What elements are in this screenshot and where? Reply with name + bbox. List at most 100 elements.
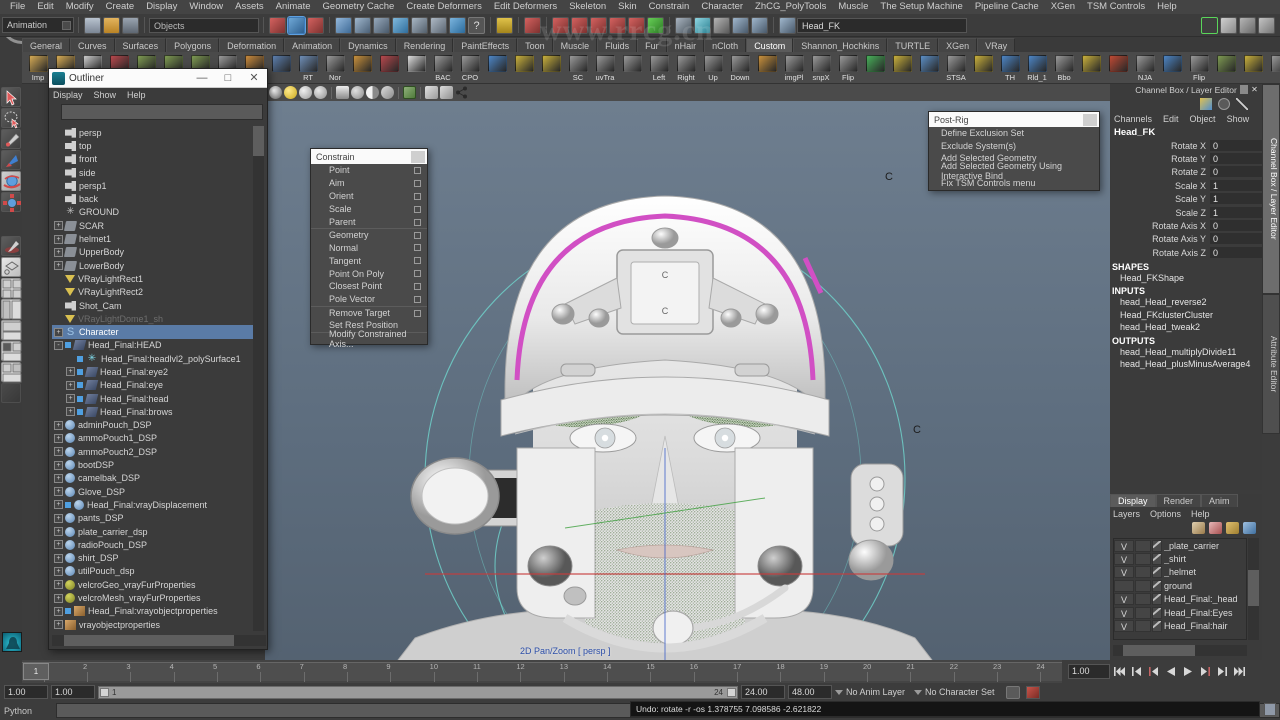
side-tab-attribute-editor[interactable]: Attribute Editor [1262, 294, 1280, 434]
channel-box-toggle-icon[interactable] [1201, 16, 1218, 34]
select-by-hierarchy-icon[interactable] [269, 16, 286, 34]
option-box-icon[interactable] [414, 257, 421, 265]
layer-menu-options[interactable]: Options [1150, 509, 1181, 519]
menu-edit[interactable]: Edit [31, 0, 59, 14]
layer-row[interactable]: V Head_Final:hair [1114, 619, 1246, 633]
shelf-button-lattice-green-icon[interactable] [862, 53, 888, 83]
expand-icon[interactable]: + [54, 460, 63, 470]
menu-geometry-cache[interactable]: Geometry Cache [317, 0, 401, 14]
menu-create-deformers[interactable]: Create Deformers [400, 0, 488, 14]
paint-select-tool-button[interactable] [1, 129, 21, 149]
channel-row[interactable]: Rotate Axis Y 0 [1110, 233, 1262, 246]
outliner-item[interactable]: + velcroGeo_vrayFurProperties [52, 578, 260, 591]
constrain-item-pole-vector[interactable]: Pole Vector [311, 293, 427, 306]
outliner-item[interactable]: + adminPouch_DSP [52, 419, 260, 432]
shelf-button-rt-icon[interactable]: RT [295, 53, 321, 83]
outliner-item[interactable]: + radioPouch_DSP [52, 538, 260, 551]
anim-start-time-field[interactable]: 1.00 [4, 685, 48, 699]
layer-row[interactable]: ground [1114, 579, 1246, 592]
layer-visibility-toggle[interactable]: V [1114, 566, 1134, 579]
outliner-horizontal-scrollbar[interactable] [52, 635, 266, 646]
layer-color-swatch[interactable] [1152, 579, 1162, 592]
outliner-item[interactable]: + LowerBody [52, 259, 260, 272]
channel-box-menu-channels[interactable]: Channels [1114, 114, 1152, 124]
constrain-item-point-on-poly[interactable]: Point On Poly [311, 267, 427, 280]
shelf-button-sphere-grey-icon[interactable] [1267, 53, 1280, 83]
shelf-button-curve-green-icon[interactable] [1213, 53, 1239, 83]
channel-value-field[interactable]: 1 [1210, 206, 1262, 219]
shelf-tab-vray[interactable]: VRay [977, 38, 1016, 52]
playback-end-time-field[interactable]: 24.00 [741, 685, 785, 699]
layer-visibility-toggle[interactable]: V [1114, 606, 1134, 619]
shelf-tab-painteffects[interactable]: PaintEffects [453, 38, 518, 52]
shelf-tab-turtle[interactable]: TURTLE [887, 38, 939, 52]
channel-value-field[interactable]: 1 [1210, 179, 1262, 192]
tear-off-handle[interactable] [1083, 113, 1097, 126]
menu-zhcg-polytools[interactable]: ZhCG_PolyTools [749, 0, 832, 14]
channel-section-item[interactable]: head_Head_tweak2 [1110, 321, 1262, 334]
option-box-icon[interactable] [414, 218, 421, 226]
shelf-button-cylinder-blue-icon[interactable] [916, 53, 942, 83]
move-tool-button[interactable] [1, 150, 21, 170]
shelf-tab-shannon-hochkins[interactable]: Shannon_Hochkins [793, 38, 888, 52]
range-right-handle[interactable] [727, 687, 736, 697]
menu-help[interactable]: Help [1151, 0, 1183, 14]
outliner-item[interactable]: + Glove_DSP [52, 485, 260, 498]
layout-persp-graph-button[interactable] [1, 320, 22, 341]
outliner-item[interactable]: ✳ GROUND [52, 206, 260, 219]
shadow-icon[interactable] [336, 86, 349, 99]
channel-row[interactable]: Rotate Axis Z 0 [1110, 246, 1262, 259]
postrig-item-exclude-system-s[interactable]: Exclude System(s) [929, 140, 1099, 153]
panel-split-icon[interactable] [455, 86, 468, 99]
constrain-item-aim[interactable]: Aim [311, 177, 427, 190]
bake-icon[interactable] [647, 16, 664, 34]
range-slider-bar[interactable]: 1 24 [98, 685, 738, 699]
channel-row[interactable]: Rotate Z 0 [1110, 166, 1262, 179]
lasso-select-tool-button[interactable] [1, 108, 21, 129]
layer-color-swatch[interactable] [1152, 566, 1162, 579]
chevron-down-icon[interactable] [62, 21, 71, 30]
outliner-window[interactable]: Outliner — □ ✕ Display Show Help persp to… [48, 68, 268, 650]
outliner-item[interactable]: + Head_Final:brows [52, 405, 260, 418]
shelf-button-mel-script-icon[interactable]: Down [727, 53, 753, 83]
input-connections-icon[interactable] [571, 16, 588, 34]
menu-pipeline-cache[interactable]: Pipeline Cache [969, 0, 1045, 14]
expand-icon[interactable]: + [54, 473, 63, 483]
channel-row[interactable]: Rotate Axis X 0 [1110, 219, 1262, 233]
select-by-object-icon[interactable] [288, 16, 305, 34]
new-layer-from-selected-icon[interactable] [1209, 522, 1222, 534]
channel-row[interactable]: Scale X 1 [1110, 179, 1262, 192]
outliner-item[interactable]: + Head_Final:vrayDisplacement [52, 498, 260, 511]
shelf-button-mel-script-icon[interactable]: Right [673, 53, 699, 83]
scene-thumbnail-button[interactable] [2, 632, 22, 652]
render-icon[interactable] [524, 16, 541, 34]
outliner-item[interactable]: + camelbak_DSP [52, 472, 260, 485]
constrain-item-normal[interactable]: Normal [311, 241, 427, 254]
play-backwards-icon[interactable] [1164, 664, 1178, 679]
step-back-key-icon[interactable] [1147, 664, 1161, 679]
snap-grid-icon[interactable] [335, 16, 352, 34]
layer-playback-toggle[interactable] [1135, 566, 1151, 579]
menu-set-selector[interactable]: Animation [2, 17, 74, 33]
expand-icon[interactable]: + [54, 261, 63, 271]
channel-row[interactable]: Scale Z 1 [1110, 206, 1262, 219]
constrain-item-scale[interactable]: Scale [311, 203, 427, 216]
shelf-button-flip2-icon[interactable]: Flip [1186, 53, 1212, 83]
time-slider[interactable]: 123456789101112131415161718192021222324 … [22, 660, 1062, 683]
output-connections-icon[interactable] [590, 16, 607, 34]
scrollbar-thumb[interactable] [1123, 645, 1195, 656]
outliner-item[interactable]: + Head_Final:eye2 [52, 365, 260, 378]
collapse-icon[interactable]: - [54, 340, 63, 350]
shelf-button-scissors-icon[interactable] [376, 53, 402, 83]
constrain-popup-menu[interactable]: Constrain Point Aim Orient Scale Parent Geome… [310, 148, 428, 349]
menu-window[interactable]: Window [183, 0, 229, 14]
outliner-menu-display[interactable]: Display [53, 90, 83, 100]
construction-history-icon[interactable] [609, 16, 626, 34]
menu-edit-deformers[interactable]: Edit Deformers [488, 0, 563, 14]
light-default-icon[interactable] [284, 86, 297, 99]
outliner-item[interactable]: persp1 [52, 179, 260, 192]
outliner-item[interactable]: + ammoPouch2_DSP [52, 445, 260, 458]
shelf-button-mel-script-icon[interactable] [619, 53, 645, 83]
chevron-down-icon[interactable] [914, 689, 923, 695]
show-manipulator-tool-button[interactable] [1, 257, 21, 277]
